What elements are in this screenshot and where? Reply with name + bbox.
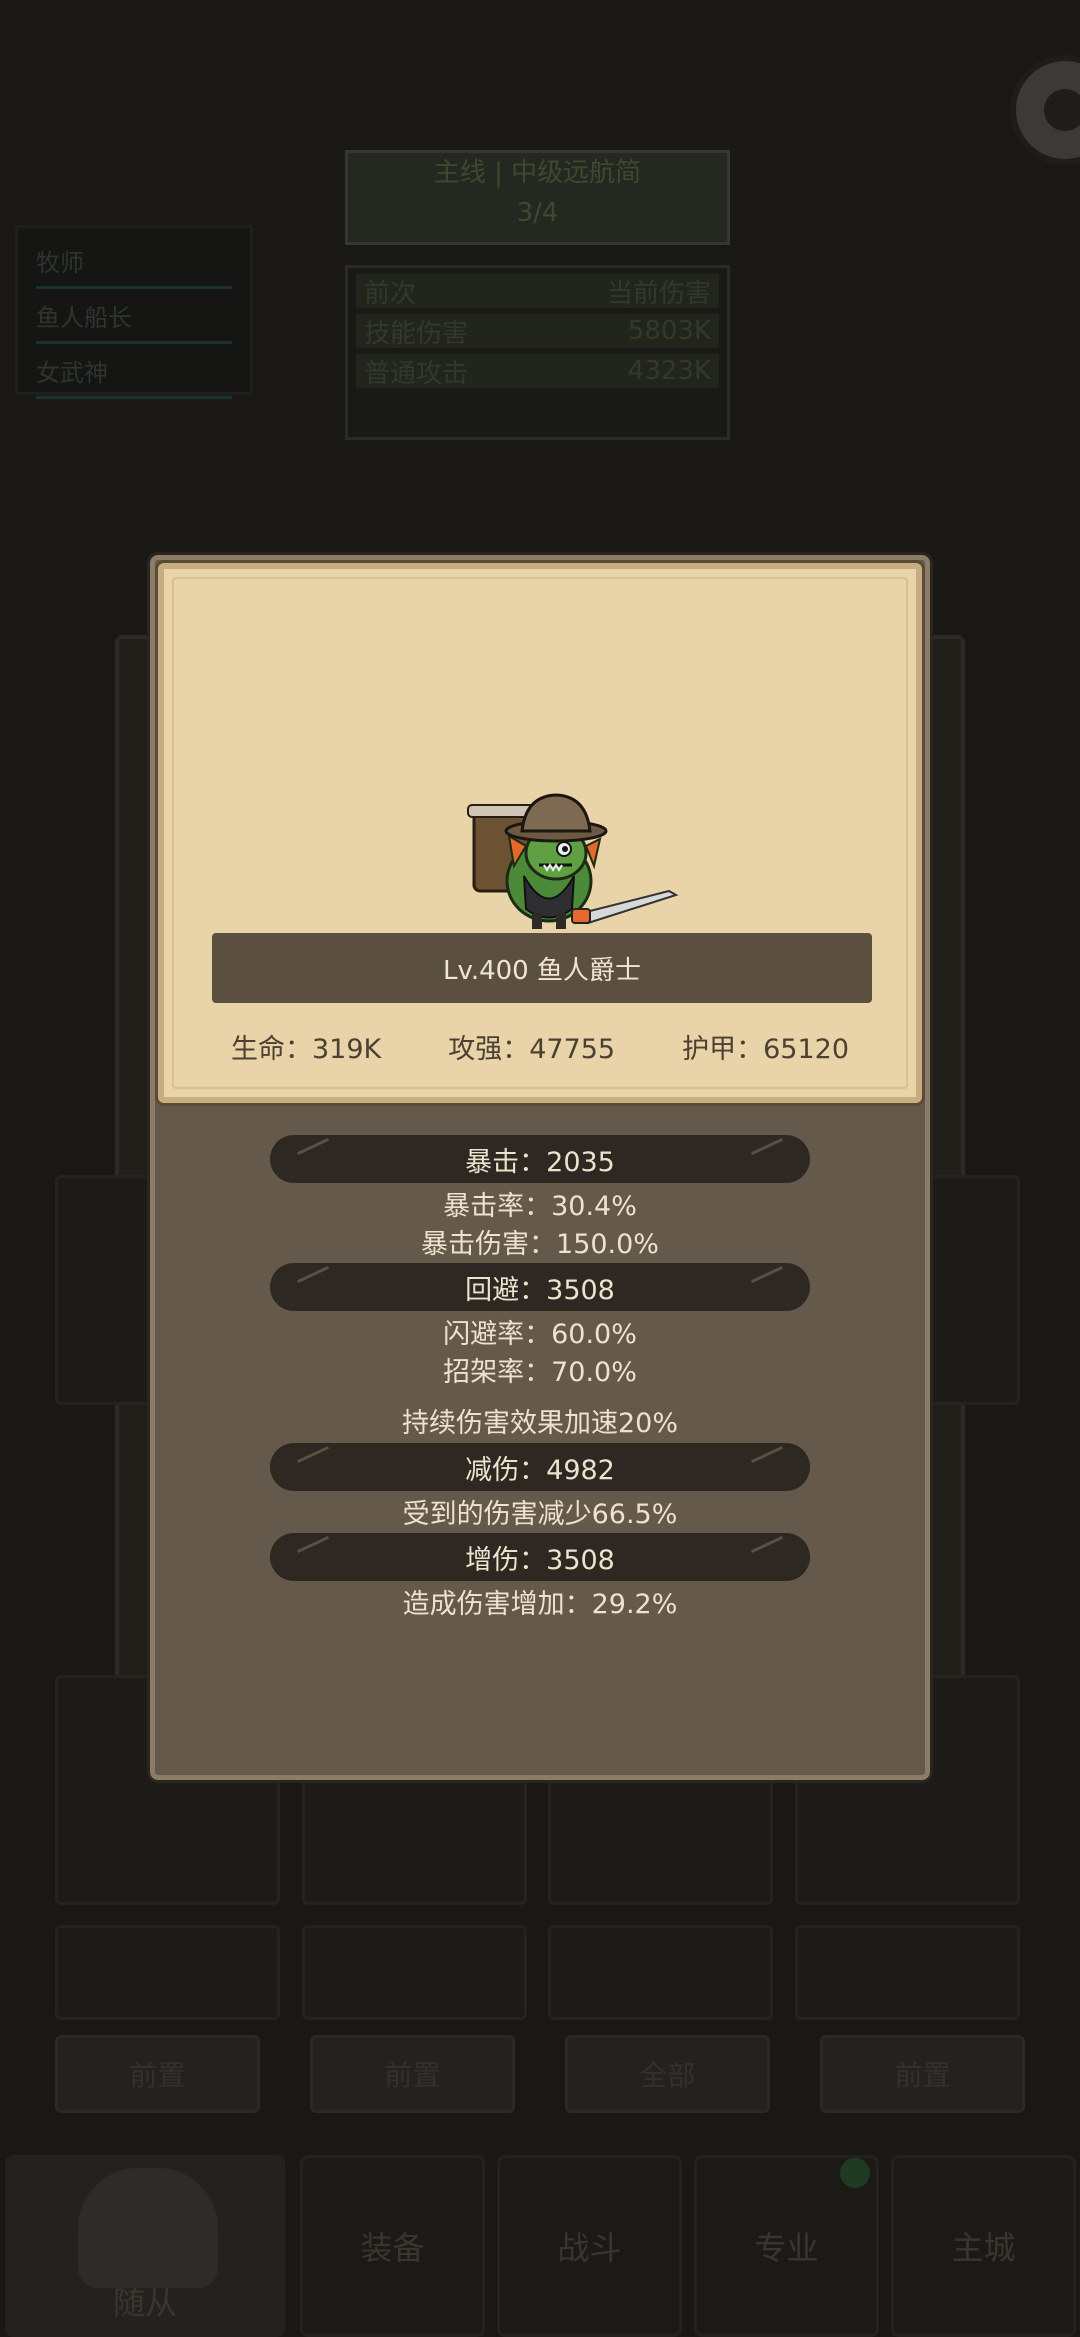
unit-name-banner: Lv.400 鱼人爵士: [212, 933, 872, 1003]
damage-boost-pill: 增伤：3508: [270, 1533, 810, 1581]
damage-reduction-pill: 减伤：4982: [270, 1443, 810, 1491]
unit-card: Lv.400 鱼人爵士 生命：319K 攻强：47755 护甲：65120: [158, 563, 922, 1103]
quest-panel[interactable]: 主线 | 中级远航简 3/4: [345, 150, 730, 245]
ranking-row: 技能伤害 5803K: [356, 314, 719, 349]
parry-rate-text: 招架率：70.0%: [443, 1357, 637, 1388]
dodge-rate-text: 闪避率：60.0%: [443, 1319, 637, 1350]
dodge-pill: 回避：3508: [270, 1263, 810, 1311]
armor-stat: 护甲：65120: [682, 1034, 850, 1065]
party-list: 牧师 鱼人船长 女武神: [15, 225, 253, 399]
damage-ranking-panel: 前次 当前伤害 技能伤害 5803K 普通攻击 4323K: [345, 265, 730, 440]
crit-pill: 暴击：2035: [270, 1135, 810, 1183]
notification-dot: [840, 2158, 870, 2188]
equipment-slot[interactable]: [548, 1925, 773, 2020]
equipment-slot[interactable]: [302, 1925, 527, 2020]
dodge-value: 回避：3508: [465, 1274, 615, 1306]
party-item[interactable]: 牧师: [36, 234, 232, 289]
equipment-slot[interactable]: [55, 1925, 280, 2020]
bottom-action-button[interactable]: 前置: [310, 2035, 515, 2113]
crit-rate-text: 暴击率：30.4%: [443, 1191, 637, 1222]
core-stats-row: 生命：319K 攻强：47755 护甲：65120: [164, 1027, 916, 1066]
damage-reduction-value: 减伤：4982: [465, 1454, 615, 1486]
tab-followers[interactable]: 随从: [5, 2155, 285, 2337]
tab-battle[interactable]: 战斗: [497, 2155, 682, 2337]
fishman-knight-portrait: [467, 793, 679, 929]
hp-stat: 生命：319K: [230, 1034, 382, 1065]
ranking-row: 前次 当前伤害: [356, 274, 719, 309]
unit-name: Lv.400 鱼人爵士: [442, 955, 641, 986]
damage-taken-text: 受到的伤害减少66.5%: [402, 1499, 678, 1530]
tab-equipment[interactable]: 装备: [300, 2155, 485, 2337]
quest-progress: 3/4: [516, 198, 559, 228]
party-item[interactable]: 鱼人船长: [36, 289, 232, 344]
bottom-action-button[interactable]: 前置: [820, 2035, 1025, 2113]
dot-speed-text: 持续伤害效果加速20%: [401, 1408, 678, 1439]
attack-stat: 攻强：47755: [448, 1034, 616, 1065]
crit-value: 暴击：2035: [465, 1146, 615, 1178]
helmet-icon: [78, 2168, 218, 2288]
damage-boost-value: 增伤：3508: [465, 1544, 615, 1576]
party-item[interactable]: 女武神: [36, 344, 232, 399]
quest-title: 主线 | 中级远航简: [433, 158, 642, 188]
ranking-row: 普通攻击 4323K: [356, 354, 719, 389]
tab-main-city[interactable]: 主城: [891, 2155, 1076, 2337]
crit-damage-text: 暴击伤害：150.0%: [421, 1229, 659, 1260]
damage-dealt-text: 造成伤害增加：29.2%: [402, 1589, 678, 1620]
equipment-slot[interactable]: [795, 1925, 1020, 2020]
bottom-action-button[interactable]: 前置: [55, 2035, 260, 2113]
bottom-action-button[interactable]: 全部: [565, 2035, 770, 2113]
